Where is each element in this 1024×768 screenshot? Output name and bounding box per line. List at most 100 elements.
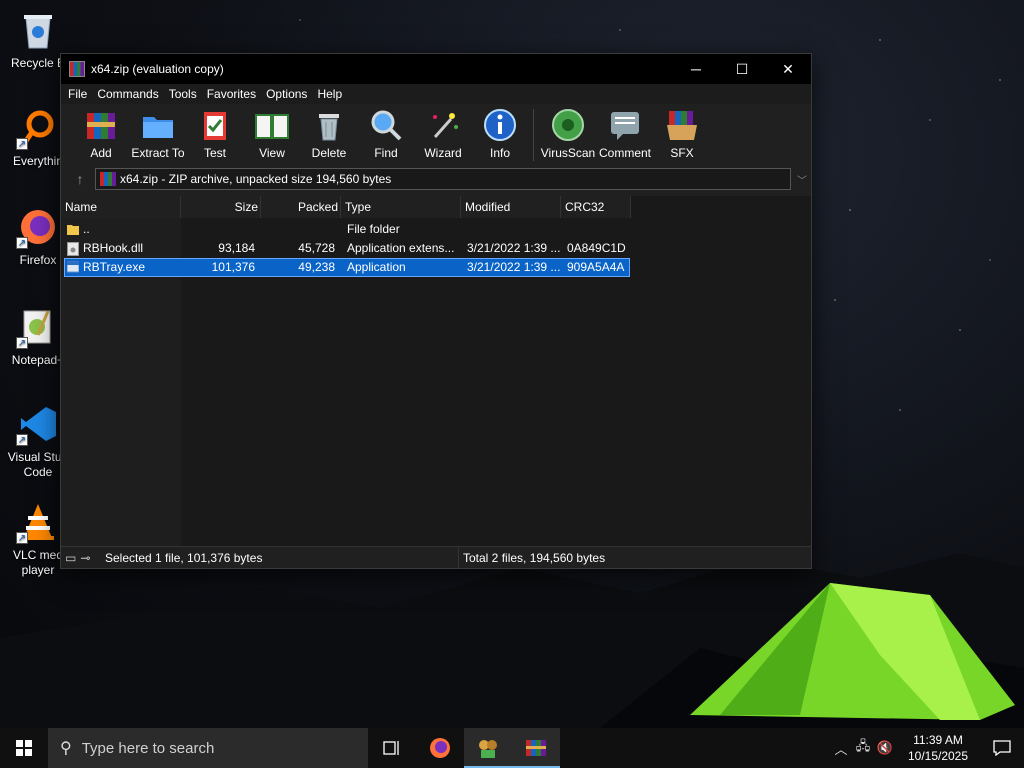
notification-center-button[interactable] bbox=[980, 740, 1024, 756]
column-header-type[interactable]: Type bbox=[341, 196, 461, 218]
table-row[interactable]: RBHook.dll 93,184 45,728 Application extens… bbox=[61, 239, 631, 258]
chevron-up-icon[interactable]: ︿ bbox=[830, 739, 852, 758]
up-arrow-icon[interactable]: ↑ bbox=[65, 171, 95, 187]
status-total: Total 2 files, 194,560 bytes bbox=[463, 550, 606, 565]
column-header-modified[interactable]: Modified bbox=[461, 196, 561, 218]
cell-modified bbox=[467, 220, 561, 239]
winrar-window: x64.zip (evaluation copy) ─ ☐ ✕ File Com… bbox=[60, 53, 812, 569]
wizard-button[interactable]: Wizard bbox=[415, 107, 471, 160]
column-header-size[interactable]: Size bbox=[181, 196, 261, 218]
taskbar: ⚲ Type here to search ︿ 🖧 🔇 11:39 AM 10/… bbox=[0, 728, 1024, 768]
address-bar: ↑ x64.zip - ZIP archive, unpacked size 1… bbox=[61, 166, 811, 192]
toolbar-label: Find bbox=[374, 146, 398, 160]
clock-time: 11:39 AM bbox=[913, 733, 963, 747]
find-button[interactable]: Find bbox=[358, 107, 414, 160]
cell-type: Application bbox=[347, 260, 406, 274]
column-header-crc32[interactable]: CRC32 bbox=[561, 196, 631, 218]
column-header-name[interactable]: Name bbox=[61, 196, 181, 218]
title-bar[interactable]: x64.zip (evaluation copy) ─ ☐ ✕ bbox=[61, 54, 811, 84]
zip-archive-icon bbox=[100, 172, 116, 186]
info-icon bbox=[482, 107, 518, 143]
folder-icon bbox=[67, 223, 79, 237]
network-icon[interactable]: 🖧 bbox=[852, 737, 874, 759]
extract-folder-icon bbox=[140, 107, 176, 143]
menu-tools[interactable]: Tools bbox=[164, 84, 202, 104]
cell-modified: 3/21/2022 1:39 ... bbox=[467, 260, 561, 274]
winrar-app-icon bbox=[69, 61, 85, 77]
minimize-button[interactable]: ─ bbox=[673, 54, 719, 84]
toolbar-label: Comment bbox=[598, 146, 651, 160]
cell-modified: 3/21/2022 1:39 ... bbox=[467, 241, 561, 255]
task-view-button[interactable] bbox=[368, 728, 416, 768]
toolbar-label: VirusScan bbox=[540, 146, 596, 160]
winrar-icon bbox=[526, 740, 546, 756]
drive-icon[interactable]: ▭ bbox=[65, 551, 76, 565]
cell-size: 93,184 bbox=[218, 241, 255, 255]
table-row[interactable]: RBTray.exe 101,376 49,238 Application 3/21/2… bbox=[61, 258, 631, 277]
extract-to-button[interactable]: Extract To bbox=[130, 107, 186, 160]
taskbar-sandbox-app[interactable] bbox=[464, 728, 512, 768]
menu-commands[interactable]: Commands bbox=[92, 84, 163, 104]
chevron-down-icon[interactable]: ﹀ bbox=[797, 172, 807, 187]
tent-illustration bbox=[690, 583, 1015, 720]
taskbar-search-box[interactable]: ⚲ Type here to search bbox=[48, 728, 368, 768]
archive-path-text: x64.zip - ZIP archive, unpacked size 194… bbox=[120, 172, 392, 186]
table-row[interactable]: .. File folder bbox=[61, 220, 631, 239]
notepad-plus-plus-icon: ↗ bbox=[16, 305, 60, 349]
add-archive-icon bbox=[83, 107, 119, 143]
window-title: x64.zip (evaluation copy) bbox=[91, 62, 224, 76]
cell-type: File folder bbox=[347, 222, 400, 236]
toolbar-label: Wizard bbox=[424, 146, 462, 160]
notification-icon bbox=[993, 740, 1011, 756]
virus-scan-icon bbox=[550, 107, 586, 143]
toolbar-label: Info bbox=[489, 146, 510, 160]
close-button[interactable]: ✕ bbox=[765, 54, 811, 84]
recycle-bin-icon bbox=[16, 8, 60, 52]
maximize-button[interactable]: ☐ bbox=[719, 54, 765, 84]
toolbar-label: Delete bbox=[311, 146, 347, 160]
view-book-icon bbox=[254, 107, 290, 143]
sfx-button[interactable]: SFX bbox=[654, 107, 710, 160]
everything-icon: ↗ bbox=[16, 106, 60, 150]
menu-help[interactable]: Help bbox=[312, 84, 347, 104]
cell-packed: 45,728 bbox=[298, 241, 335, 255]
file-list: Name Size Packed Type Modified CRC32 .. F… bbox=[61, 196, 811, 548]
cell-crc: 0A849C1D bbox=[567, 241, 626, 255]
comment-button[interactable]: Comment bbox=[597, 107, 653, 160]
clock-date: 10/15/2025 bbox=[907, 749, 969, 763]
toolbar-label: SFX bbox=[670, 146, 694, 160]
toolbar-label: View bbox=[259, 146, 285, 160]
firefox-icon: ↗ bbox=[16, 205, 60, 249]
cell-name: RBTray.exe bbox=[83, 260, 146, 274]
key-icon[interactable]: ⊸ bbox=[80, 551, 90, 565]
menu-options[interactable]: Options bbox=[261, 84, 312, 104]
status-selected: Selected 1 file, 101,376 bytes bbox=[105, 546, 459, 569]
cell-size bbox=[181, 220, 255, 239]
start-button[interactable] bbox=[0, 728, 48, 768]
test-button[interactable]: Test bbox=[187, 107, 243, 160]
taskbar-winrar[interactable] bbox=[512, 728, 560, 768]
virusscan-button[interactable]: VirusScan bbox=[540, 107, 596, 160]
wand-icon bbox=[425, 107, 461, 143]
archive-path-field[interactable]: x64.zip - ZIP archive, unpacked size 194… bbox=[95, 168, 791, 190]
taskbar-clock[interactable]: 11:39 AM 10/15/2025 bbox=[896, 732, 980, 764]
search-icon: ⚲ bbox=[60, 740, 72, 757]
cell-packed: 49,238 bbox=[298, 260, 335, 274]
column-header-packed[interactable]: Packed bbox=[261, 196, 341, 218]
delete-button[interactable]: Delete bbox=[301, 107, 357, 160]
cell-size: 101,376 bbox=[211, 260, 255, 274]
cell-name: RBHook.dll bbox=[83, 241, 144, 255]
menu-favorites[interactable]: Favorites bbox=[202, 84, 261, 104]
toolbar-label: Extract To bbox=[131, 146, 185, 160]
cell-packed bbox=[261, 220, 335, 239]
test-clipboard-icon bbox=[197, 107, 233, 143]
cell-crc: 909A5A4A bbox=[567, 260, 625, 274]
volume-muted-icon[interactable]: 🔇 bbox=[874, 740, 896, 756]
vlc-media-player-icon: ↗ bbox=[16, 500, 60, 544]
add-button[interactable]: Add bbox=[73, 107, 129, 160]
view-button[interactable]: View bbox=[244, 107, 300, 160]
menu-file[interactable]: File bbox=[63, 84, 92, 104]
cell-type: Application extens... bbox=[347, 241, 455, 255]
taskbar-firefox[interactable] bbox=[416, 728, 464, 768]
info-button[interactable]: Info bbox=[472, 107, 528, 160]
